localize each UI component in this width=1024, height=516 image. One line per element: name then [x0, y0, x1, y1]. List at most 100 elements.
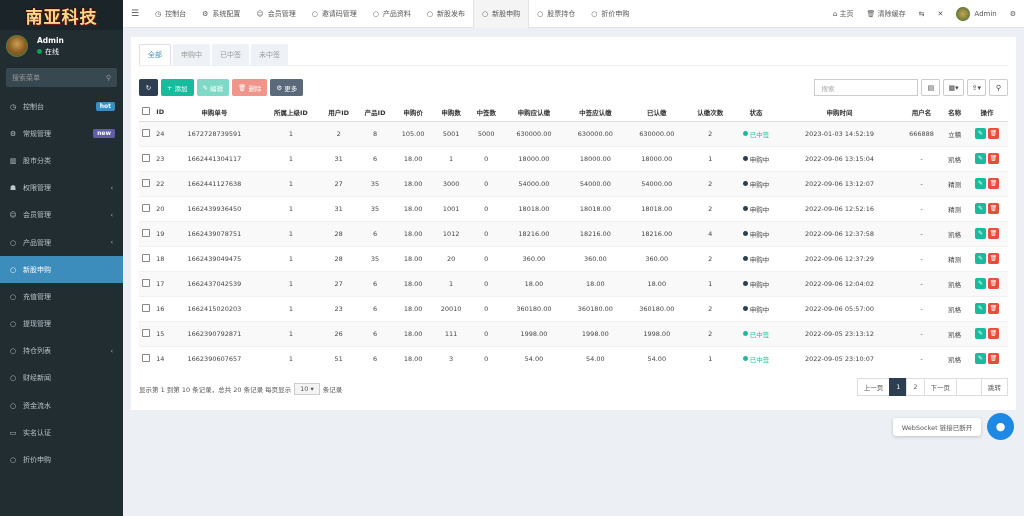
add-button[interactable]: + 添加 — [161, 79, 194, 96]
trash-icon[interactable]: 🗑 — [987, 203, 999, 214]
sidebar-item-cashflow[interactable]: ○ 资金流水 — [0, 392, 123, 419]
table-row[interactable]: 20 1662439936450 1 31 35 18.00 1001 0 18018.00 18… — [139, 195, 1008, 221]
edit-icon[interactable]: ✎ — [974, 153, 986, 164]
table-row[interactable]: 18 1662439049475 1 28 35 18.00 20 0 360.00 360.00… — [139, 245, 1008, 271]
select-all-checkbox[interactable] — [139, 104, 153, 122]
delete-button[interactable]: 🗑 删除 — [232, 79, 268, 96]
chat-bubble-icon[interactable]: ● — [987, 413, 1014, 440]
trash-icon[interactable]: 🗑 — [987, 153, 999, 164]
edit-icon[interactable]: ✎ — [974, 178, 986, 189]
subtab-applying[interactable]: 申购中 — [173, 44, 210, 65]
sidebar-item-general[interactable]: ⚙ 常规管理 new — [0, 120, 123, 147]
sidebar-item-news[interactable]: ○ 财经新闻 — [0, 365, 123, 392]
table-row[interactable]: 15 1662390792871 1 26 6 18.00 111 0 1998.00 1998.… — [139, 320, 1008, 346]
sidebar-item-stock-category[interactable]: ▥ 股市分类 — [0, 147, 123, 174]
edit-button[interactable]: ✎ 编辑 — [196, 79, 230, 96]
row-checkbox[interactable] — [139, 195, 153, 221]
col-header[interactable]: ID — [152, 104, 168, 122]
settings-icon[interactable]: ⚙ — [1010, 10, 1016, 18]
col-header[interactable]: 已认缴 — [626, 104, 688, 122]
row-checkbox[interactable] — [139, 145, 153, 171]
col-header[interactable]: 中签数 — [469, 104, 504, 122]
page-jump-input[interactable] — [956, 378, 982, 396]
menu-search-input[interactable]: 搜索菜单 ⚲ — [6, 68, 117, 87]
col-header[interactable]: 名称 — [943, 104, 966, 122]
trash-icon[interactable]: 🗑 — [987, 328, 999, 339]
trash-icon[interactable]: 🗑 — [987, 228, 999, 239]
tab-members[interactable]: ☺ 会员管理 — [248, 0, 303, 28]
edit-icon[interactable]: ✎ — [974, 203, 986, 214]
edit-icon[interactable]: ✎ — [974, 353, 986, 365]
tab-discount[interactable]: ○ 折价申购 — [583, 0, 637, 28]
edit-icon[interactable]: ✎ — [974, 278, 986, 289]
tab-ipo-release[interactable]: ○ 新股发布 — [419, 0, 473, 28]
table-row[interactable]: 24 1672728739591 1 2 8 105.00 5001 5000 630000.0… — [139, 120, 1008, 146]
row-checkbox[interactable] — [139, 320, 153, 346]
trash-icon[interactable]: 🗑 — [987, 303, 999, 314]
tab-ipo-subscription[interactable]: ○ 新股申购 — [473, 0, 530, 28]
sidebar-item-members[interactable]: ☺ 会员管理 ‹ — [0, 202, 123, 229]
row-checkbox[interactable] — [139, 220, 153, 246]
more-button[interactable]: ⚙ 更多 — [270, 79, 304, 96]
edit-icon[interactable]: ✎ — [974, 328, 986, 339]
trash-icon[interactable]: 🗑 — [987, 178, 999, 189]
col-header[interactable]: 申购单号 — [167, 104, 262, 122]
sidebar-item-realname[interactable]: ▭ 实名认证 — [0, 419, 123, 446]
logo[interactable]: 南亚科技 — [0, 0, 123, 30]
col-header[interactable]: 所属上级ID — [261, 104, 321, 122]
edit-icon[interactable]: ✎ — [974, 303, 986, 314]
admin-menu[interactable]: Admin — [956, 7, 997, 21]
edit-icon[interactable]: ✎ — [974, 253, 986, 264]
prev-page-button[interactable]: 上一页 — [856, 378, 891, 396]
tab-products[interactable]: ○ 产品资料 — [365, 0, 419, 28]
row-checkbox[interactable] — [139, 245, 153, 271]
tab-positions[interactable]: ○ 股票持仓 — [529, 0, 583, 28]
menu-toggle-icon[interactable]: ☰ — [123, 9, 147, 19]
col-header[interactable]: 申购时间 — [779, 104, 900, 122]
trash-icon[interactable]: 🗑 — [987, 278, 999, 289]
sidebar-item-dashboard[interactable]: ◷ 控制台 hot — [0, 93, 123, 120]
col-header[interactable]: 中签应认缴 — [564, 104, 627, 122]
fullscreen-icon[interactable]: ✕ — [938, 10, 944, 18]
subtab-lost[interactable]: 未中签 — [251, 44, 288, 65]
col-header[interactable]: 申购应认缴 — [503, 104, 565, 122]
col-header[interactable]: 认缴次数 — [687, 104, 733, 122]
translate-icon[interactable]: ⇆ — [919, 10, 925, 18]
refresh-button[interactable]: ↻ — [139, 79, 158, 96]
table-row[interactable]: 17 1662437042539 1 27 6 18.00 1 0 18.00 18.00 18.0… — [139, 270, 1008, 296]
sidebar-item-withdraw[interactable]: ○ 提现管理 — [0, 311, 123, 338]
table-row[interactable]: 19 1662439078751 1 28 6 18.00 1012 0 18216.00 182… — [139, 220, 1008, 246]
sidebar-item-positions[interactable]: ○ 持仓列表 ‹ — [0, 338, 123, 365]
jump-button[interactable]: 跳转 — [981, 378, 1008, 396]
col-header[interactable]: 申购数 — [433, 104, 470, 122]
sidebar-item-products[interactable]: ○ 产品管理 ‹ — [0, 229, 123, 256]
row-checkbox[interactable] — [139, 270, 153, 296]
table-row[interactable]: 14 1662390607657 1 51 6 18.00 3 0 54.00 54.00 54.0… — [139, 345, 1008, 371]
trash-icon[interactable]: 🗑 — [987, 253, 999, 264]
col-header[interactable]: 用户ID — [320, 104, 357, 122]
tab-dashboard[interactable]: ◷ 控制台 — [147, 0, 194, 28]
page-size-select[interactable]: 10 ▾ — [294, 383, 320, 395]
page-1-button[interactable]: 1 — [889, 378, 908, 396]
row-checkbox[interactable] — [139, 345, 153, 371]
sidebar-item-ipo-subscription[interactable]: ○ 新股申购 — [0, 256, 123, 284]
row-checkbox[interactable] — [139, 295, 153, 321]
export-button[interactable]: ⇪▾ — [966, 79, 986, 96]
row-checkbox[interactable] — [139, 120, 153, 146]
home-link[interactable]: ⌂ 主页 — [833, 9, 854, 19]
sidebar-item-auth[interactable]: ☗ 权限管理 ‹ — [0, 175, 123, 202]
subtab-won[interactable]: 已中签 — [212, 44, 249, 65]
row-checkbox[interactable] — [139, 170, 153, 196]
tab-invite-codes[interactable]: ○ 邀请码管理 — [304, 0, 365, 28]
edit-icon[interactable]: ✎ — [974, 128, 986, 139]
page-2-button[interactable]: 2 — [906, 378, 925, 396]
next-page-button[interactable]: 下一页 — [923, 378, 957, 396]
trash-icon[interactable]: 🗑 — [987, 353, 999, 365]
sidebar-item-recharge[interactable]: ○ 充值管理 — [0, 283, 123, 310]
col-header[interactable]: 状态 — [732, 104, 780, 122]
table-row[interactable]: 16 1662415020203 1 23 6 18.00 20010 0 360180.00 3… — [139, 295, 1008, 321]
table-search-input[interactable]: 搜索 — [814, 79, 919, 96]
toggle-view-button[interactable]: ▤ — [921, 79, 941, 96]
advanced-search-button[interactable]: ⚲ — [989, 79, 1008, 96]
table-row[interactable]: 23 1662441304117 1 31 6 18.00 1 0 18000.00 18000.… — [139, 145, 1008, 171]
